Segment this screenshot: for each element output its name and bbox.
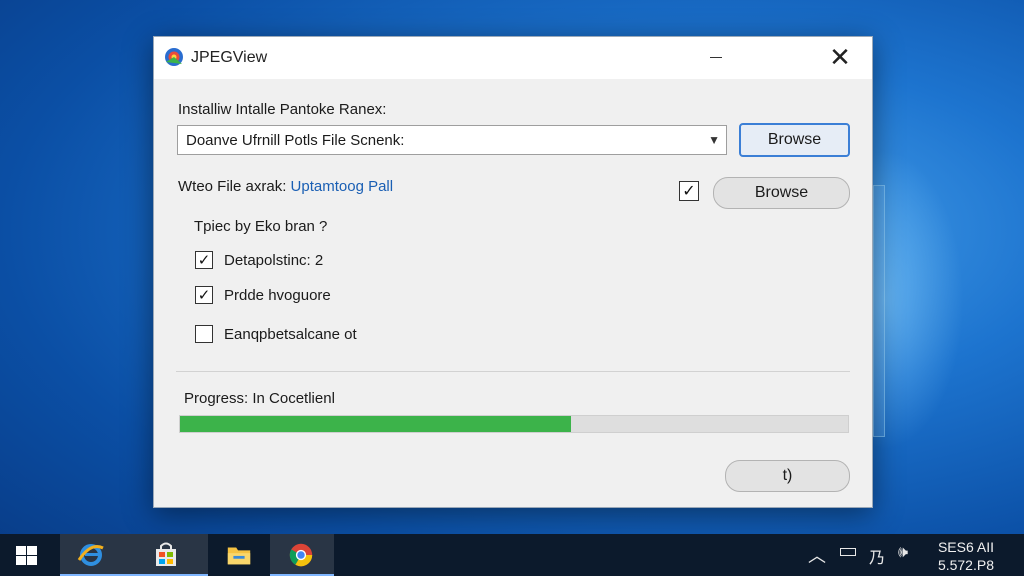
- progress-label: Progress: In Cocetlienl: [184, 390, 335, 407]
- check-icon: ✓: [682, 183, 696, 200]
- internet-explorer-icon: [77, 544, 104, 566]
- option-1-label: Detapolstinc: 2: [224, 252, 324, 269]
- file-explorer-folder-icon: [227, 547, 251, 565]
- options-heading: Tpiec by Eko bran ?: [194, 218, 328, 235]
- check-icon: ✓: [197, 287, 211, 304]
- jpegview-app-icon: [165, 48, 183, 66]
- battery-icon[interactable]: [840, 548, 856, 556]
- install-path-value: Doanve Ufrnill Potls File Scnenk:: [186, 132, 405, 149]
- taskbar-store[interactable]: [124, 534, 208, 576]
- option-2-checkbox[interactable]: ✓: [195, 286, 213, 304]
- progress-bar-fill: [180, 416, 571, 432]
- system-clock[interactable]: SES6 AII 5.572.P8: [938, 538, 994, 574]
- title-bar[interactable]: JPEGView ✕: [154, 37, 872, 79]
- option-1-checkbox[interactable]: ✓: [195, 251, 213, 269]
- action-button[interactable]: t): [725, 460, 850, 492]
- minimize-icon[interactable]: [710, 57, 722, 58]
- wteo-file-link[interactable]: Uptamtoog Pall: [291, 178, 394, 195]
- start-button[interactable]: [0, 534, 60, 576]
- background-window-edge: [873, 185, 885, 437]
- windows-start-icon: [16, 546, 38, 566]
- taskbar-internet-explorer[interactable]: [60, 534, 124, 576]
- section-divider: [176, 371, 850, 372]
- taskbar-chrome[interactable]: [270, 534, 334, 576]
- check-icon: ✓: [197, 252, 211, 269]
- option-3-label: Eanqpbetsalcane ot: [224, 326, 357, 343]
- clock-time: SES6 AII: [937, 539, 994, 555]
- language-icon[interactable]: 乃: [869, 544, 885, 568]
- taskbar-file-explorer[interactable]: [208, 534, 270, 576]
- chevron-up-icon[interactable]: ︿: [808, 542, 826, 568]
- install-path-combo[interactable]: Doanve Ufrnill Potls File Scnenk: ▼: [177, 125, 727, 155]
- store-bag-icon: [156, 542, 176, 566]
- taskbar: ︿ 乃 🕪 SES6 AII 5.572.P8: [0, 534, 1024, 576]
- option-2-label: Prdde hvoguore: [224, 287, 331, 304]
- wteo-file-label-text: Wteo File axrak:: [178, 178, 287, 195]
- chrome-icon: [289, 543, 313, 567]
- volume-icon[interactable]: 🕪: [898, 544, 908, 562]
- progress-bar: [179, 415, 849, 433]
- dropdown-arrow-icon[interactable]: ▼: [708, 133, 720, 147]
- jpegview-window: JPEGView ✕ Installiw Intalle Pantoke Ran…: [153, 36, 873, 508]
- clock-date: 5.572.P8: [937, 557, 994, 573]
- browse-install-button[interactable]: Browse: [739, 123, 850, 157]
- install-path-label: Installiw Intalle Pantoke Ranex:: [178, 101, 387, 118]
- option-3-checkbox[interactable]: [195, 325, 213, 343]
- close-button[interactable]: ✕: [826, 44, 854, 71]
- wteo-checkbox[interactable]: ✓: [679, 181, 699, 201]
- window-title: JPEGView: [191, 49, 268, 66]
- wteo-file-label: Wteo File axrak: Uptamtoog Pall: [178, 178, 393, 195]
- browse-file-button[interactable]: Browse: [713, 177, 850, 209]
